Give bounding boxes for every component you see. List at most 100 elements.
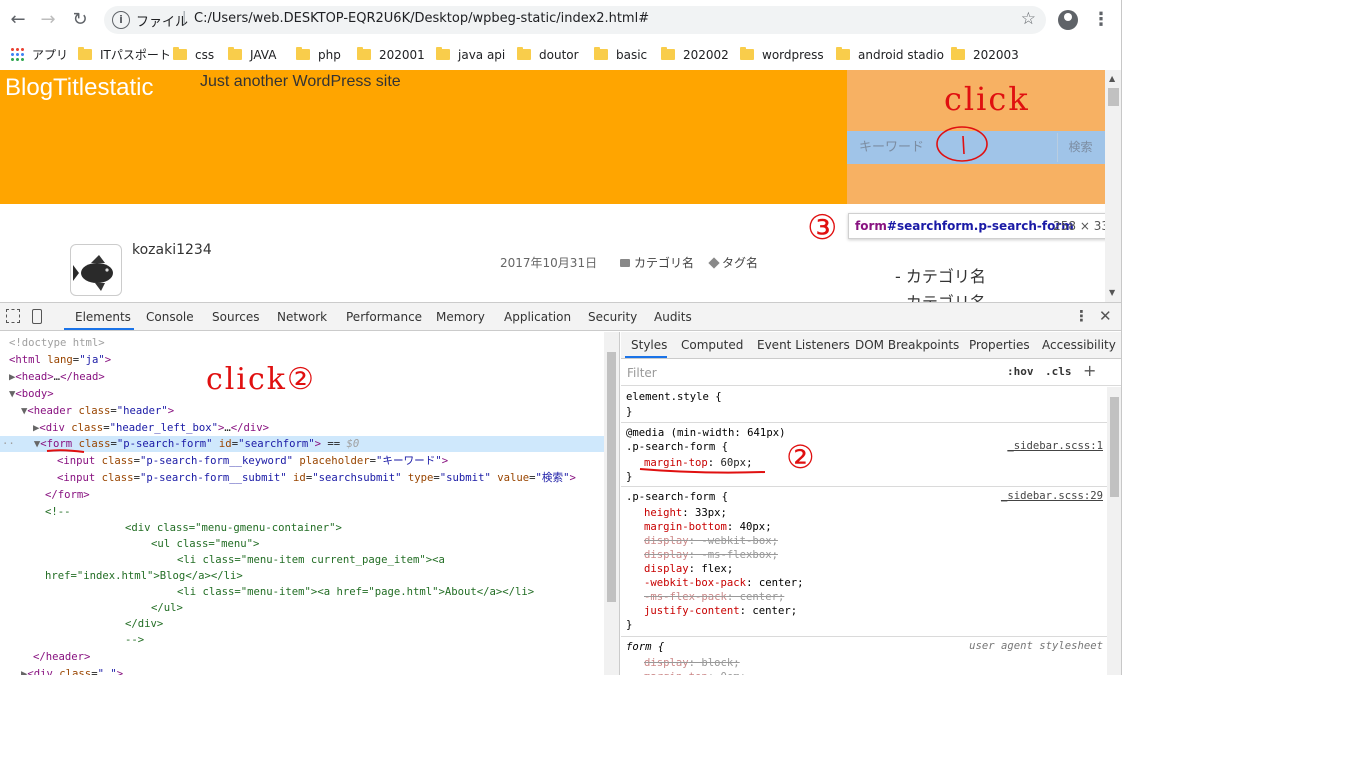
sidebar-category-item[interactable]: - カテゴリ名 xyxy=(895,289,986,302)
back-arrow-icon[interactable]: ← xyxy=(6,8,30,32)
tab-dom-breakpoints[interactable]: DOM Breakpoints xyxy=(855,338,959,352)
tab-computed[interactable]: Computed xyxy=(681,338,743,352)
dom-node[interactable]: <input class="p-search-form__submit" id=… xyxy=(57,470,576,486)
search-form: キーワード 検索 xyxy=(847,131,1105,164)
rule-selector[interactable]: form { xyxy=(626,640,664,654)
bookmark-item[interactable]: php xyxy=(296,46,341,64)
cls-toggle[interactable]: .cls xyxy=(1045,365,1072,378)
css-property-overridden[interactable]: display: -ms-flexbox; xyxy=(644,548,778,562)
post-tag[interactable]: タグ名 xyxy=(708,254,758,271)
tab-console[interactable]: Console xyxy=(146,310,194,324)
post-author[interactable]: kozaki1234 xyxy=(132,242,212,258)
tab-performance[interactable]: Performance xyxy=(346,310,422,324)
dom-node[interactable]: ▼<body> xyxy=(9,386,54,402)
reload-icon[interactable]: ↻ xyxy=(68,8,92,32)
site-title[interactable]: BlogTitlestatic xyxy=(5,74,154,102)
dom-node[interactable]: </form> xyxy=(45,487,90,503)
css-property-overridden[interactable]: display: block; xyxy=(644,656,740,670)
dom-node[interactable]: ▶<head>…</head> xyxy=(9,369,105,385)
bookmark-apps[interactable]: アプリ xyxy=(10,46,68,64)
close-icon[interactable]: ✕ xyxy=(1099,307,1112,325)
device-toggle-icon[interactable] xyxy=(32,309,42,324)
bookmark-item[interactable]: css xyxy=(173,46,214,64)
css-property[interactable]: display: flex; xyxy=(644,562,733,576)
dom-node[interactable]: </header> xyxy=(33,649,90,665)
search-input[interactable]: キーワード xyxy=(849,133,1057,162)
tab-accessibility[interactable]: Accessibility xyxy=(1042,338,1116,352)
more-vert-icon[interactable]: ⋮ xyxy=(1074,307,1089,325)
tab-properties[interactable]: Properties xyxy=(969,338,1030,352)
css-property[interactable]: -webkit-box-pack: center; xyxy=(644,576,803,590)
css-property-overridden[interactable]: margin-top: 0em; xyxy=(644,670,746,675)
rule-selector[interactable]: .p-search-form { xyxy=(626,440,728,454)
source-link[interactable]: _sidebar.scss:1 xyxy=(1007,440,1103,452)
tab-security[interactable]: Security xyxy=(588,310,637,324)
profile-icon[interactable] xyxy=(1058,10,1078,30)
css-property[interactable]: margin-bottom: 40px; xyxy=(644,520,772,534)
info-icon[interactable]: i xyxy=(112,11,130,29)
folder-icon xyxy=(594,47,608,60)
user-agent-rule: form { user agent stylesheet display: bl… xyxy=(621,637,1107,675)
css-property-overridden[interactable]: display: -webkit-box; xyxy=(644,534,778,548)
bookmark-item[interactable]: basic xyxy=(594,46,647,64)
bookmark-item[interactable]: android stadio xyxy=(836,46,944,64)
dom-node[interactable]: ▼<header class="header"> xyxy=(21,403,174,419)
scroll-down-icon[interactable]: ▼ xyxy=(1109,288,1115,297)
bookmark-item[interactable]: doutor xyxy=(517,46,579,64)
tab-event-listeners[interactable]: Event Listeners xyxy=(757,338,850,352)
tab-application[interactable]: Application xyxy=(504,310,571,324)
sidebar-category-item[interactable]: - カテゴリ名 xyxy=(895,263,986,287)
scrollbar-thumb[interactable] xyxy=(1110,397,1119,497)
bookmark-item[interactable]: wordpress xyxy=(740,46,824,64)
forward-arrow-icon[interactable]: → xyxy=(36,8,60,32)
search-submit-button[interactable]: 検索 xyxy=(1057,133,1103,162)
more-vert-icon[interactable]: ⋮ xyxy=(1092,8,1110,32)
css-property[interactable]: margin-top: 60px; xyxy=(644,456,752,470)
tab-network[interactable]: Network xyxy=(277,310,327,324)
active-tab-indicator xyxy=(64,328,134,330)
tooltip-selector: #searchform.p-search-form xyxy=(886,219,1074,233)
dom-node[interactable]: ▶<div class="header_left_box">…</div> xyxy=(33,420,269,436)
tab-audits[interactable]: Audits xyxy=(654,310,692,324)
dom-node[interactable]: ▶<div class="…"> xyxy=(21,666,123,675)
css-property[interactable]: justify-content: center; xyxy=(644,604,797,618)
scroll-up-icon[interactable]: ▲ xyxy=(1109,74,1115,83)
dom-node[interactable]: <html lang="ja"> xyxy=(9,352,111,368)
bookmark-item[interactable]: 202002 xyxy=(661,46,729,64)
bookmark-item[interactable]: 202001 xyxy=(357,46,425,64)
css-property-overridden[interactable]: -ms-flex-pack: center; xyxy=(644,590,784,604)
address-bar[interactable]: i ファイル | C:/Users/web.DESKTOP-EQR2U6K/De… xyxy=(104,6,1046,34)
hov-toggle[interactable]: :hov xyxy=(1007,365,1034,378)
bookmark-item[interactable]: java api xyxy=(436,46,505,64)
site-tagline: Just another WordPress site xyxy=(200,73,401,90)
bookmark-item[interactable]: JAVA xyxy=(228,46,276,64)
scrollbar-thumb[interactable] xyxy=(1108,88,1119,106)
dom-node-selected[interactable]: ·· ▼<form class="p-search-form" id="sear… xyxy=(2,436,359,452)
star-icon[interactable]: ☆ xyxy=(1021,9,1036,29)
inspect-element-icon[interactable] xyxy=(6,309,20,323)
dom-node[interactable]: <input class="p-search-form__keyword" pl… xyxy=(57,453,448,469)
rule-selector[interactable]: element.style { xyxy=(626,390,722,404)
post-category[interactable]: カテゴリ名 xyxy=(620,254,694,271)
dom-comment[interactable]: <!-- xyxy=(45,504,71,520)
source-link[interactable]: _sidebar.scss:29 xyxy=(1001,490,1103,502)
scrollbar-thumb[interactable] xyxy=(607,352,616,602)
elements-scrollbar[interactable] xyxy=(604,332,619,675)
url-text[interactable]: C:/Users/web.DESKTOP-EQR2U6K/Desktop/wpb… xyxy=(194,11,649,26)
styles-scrollbar[interactable] xyxy=(1107,387,1121,675)
tab-styles[interactable]: Styles xyxy=(631,338,667,352)
bookmark-item[interactable]: ITパスポート xyxy=(78,46,171,64)
tab-sources[interactable]: Sources xyxy=(212,310,259,324)
bookmark-item[interactable]: 202003 xyxy=(951,46,1019,64)
folder-icon xyxy=(661,47,675,60)
tab-memory[interactable]: Memory xyxy=(436,310,485,324)
dom-node[interactable]: <!doctype html> xyxy=(9,335,105,351)
css-property[interactable]: height: 33px; xyxy=(644,506,727,520)
tab-elements[interactable]: Elements xyxy=(75,310,131,324)
media-query: @media (min-width: 641px) xyxy=(626,427,786,439)
add-rule-icon[interactable]: + xyxy=(1083,361,1096,380)
filter-input[interactable]: Filter xyxy=(625,364,997,382)
page-scrollbar[interactable]: ▲ ▼ xyxy=(1105,70,1121,302)
rule-end: } xyxy=(626,406,633,418)
rule-selector[interactable]: .p-search-form { xyxy=(626,490,728,504)
